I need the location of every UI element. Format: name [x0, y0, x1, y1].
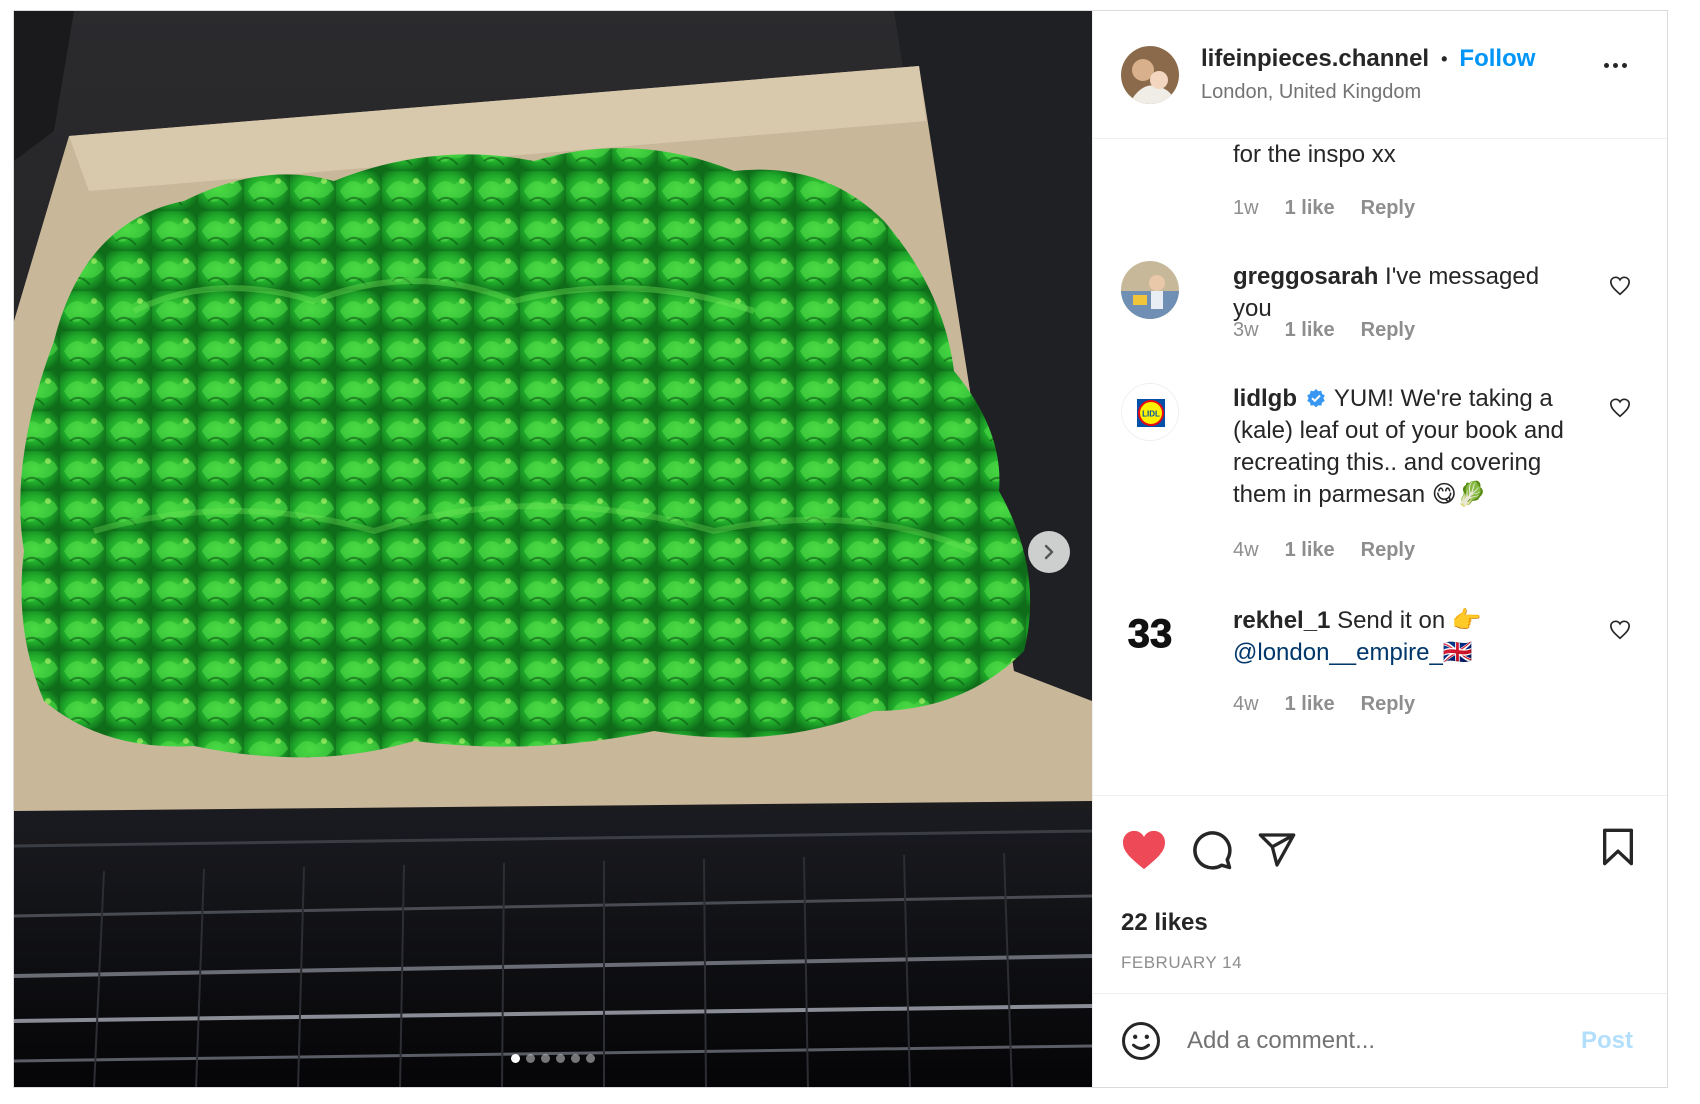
- heart-icon[interactable]: [1609, 397, 1631, 424]
- commenter-avatar[interactable]: LIDL: [1121, 383, 1179, 441]
- like-heart-icon[interactable]: [1121, 829, 1167, 871]
- comment-text: for the inspo xx: [1233, 141, 1396, 168]
- kale-photo: [14, 11, 1092, 1087]
- carousel-dot: [556, 1054, 565, 1063]
- comment-item: LIDL lidlgb YUM! We're taking a (kale) l…: [1121, 383, 1639, 583]
- avatar-number-text: 33: [1128, 612, 1173, 656]
- comment-likes[interactable]: 1 like: [1285, 539, 1335, 562]
- comment-time[interactable]: 4w: [1233, 539, 1259, 562]
- carousel-dot: [586, 1054, 595, 1063]
- comment-item: greggosarah I've messaged you 3w 1 like …: [1121, 261, 1639, 361]
- author-username[interactable]: lifeinpieces.channel: [1201, 45, 1429, 73]
- reply-button[interactable]: Reply: [1361, 693, 1415, 716]
- verified-badge-icon: [1306, 389, 1325, 408]
- carousel-dot: [511, 1054, 520, 1063]
- comment-likes[interactable]: 1 like: [1285, 197, 1335, 220]
- add-comment-bar: Post: [1093, 993, 1667, 1087]
- carousel-dot: [541, 1054, 550, 1063]
- post-side-panel: lifeinpieces.channel • Follow London, Un…: [1092, 11, 1667, 1087]
- comment-item: 33 rekhel_1 Send it on 👉 @london__empire…: [1121, 605, 1639, 725]
- reply-button[interactable]: Reply: [1361, 197, 1415, 220]
- comment-time[interactable]: 3w: [1233, 319, 1259, 342]
- comments-list[interactable]: for the inspo xx 1w 1 like Reply greggos…: [1093, 139, 1667, 795]
- comment-time[interactable]: 4w: [1233, 693, 1259, 716]
- bookmark-icon[interactable]: [1601, 827, 1635, 872]
- carousel-dot: [571, 1054, 580, 1063]
- action-bar: [1093, 795, 1667, 903]
- mention-link[interactable]: @london__empire_: [1233, 639, 1443, 666]
- lidl-logo-text: LIDL: [1142, 410, 1160, 419]
- separator-dot: •: [1441, 48, 1448, 69]
- reply-button[interactable]: Reply: [1361, 319, 1415, 342]
- post-date[interactable]: FEBRUARY 14: [1093, 943, 1667, 993]
- author-avatar[interactable]: [1121, 45, 1179, 104]
- likes-count[interactable]: 22 likes: [1093, 903, 1667, 943]
- comment-input[interactable]: [1185, 1025, 1585, 1056]
- heart-icon[interactable]: [1609, 619, 1631, 646]
- comment-text: Send it on 👉: [1337, 607, 1482, 634]
- post-comment-button[interactable]: Post: [1581, 1027, 1633, 1055]
- heart-icon[interactable]: [1609, 275, 1631, 302]
- comment-likes[interactable]: 1 like: [1285, 319, 1335, 342]
- commenter-username[interactable]: lidlgb: [1233, 385, 1297, 412]
- share-icon[interactable]: [1257, 830, 1297, 870]
- comment-icon[interactable]: [1191, 829, 1233, 871]
- comment-item: for the inspo xx 1w 1 like Reply: [1121, 139, 1639, 239]
- commenter-avatar[interactable]: 33: [1121, 605, 1179, 663]
- commenter-avatar[interactable]: [1121, 261, 1179, 319]
- comment-time[interactable]: 1w: [1233, 197, 1259, 220]
- commenter-username[interactable]: greggosarah: [1233, 263, 1378, 290]
- commenter-username[interactable]: rekhel_1: [1233, 607, 1330, 634]
- carousel-next-button[interactable]: [1028, 531, 1070, 573]
- post-header: lifeinpieces.channel • Follow London, Un…: [1093, 11, 1667, 139]
- carousel-indicator: [14, 1054, 1092, 1063]
- comment-likes[interactable]: 1 like: [1285, 693, 1335, 716]
- flag-emoji: 🇬🇧: [1442, 639, 1473, 666]
- emoji-icon[interactable]: [1121, 1021, 1161, 1061]
- post-media[interactable]: [14, 11, 1092, 1087]
- follow-button[interactable]: Follow: [1459, 45, 1535, 73]
- more-options-icon[interactable]: [1604, 63, 1627, 68]
- carousel-dot: [526, 1054, 535, 1063]
- reply-button[interactable]: Reply: [1361, 539, 1415, 562]
- post-card: lifeinpieces.channel • Follow London, Un…: [13, 10, 1668, 1088]
- post-location[interactable]: London, United Kingdom: [1201, 81, 1535, 104]
- chevron-right-icon: [1044, 544, 1054, 560]
